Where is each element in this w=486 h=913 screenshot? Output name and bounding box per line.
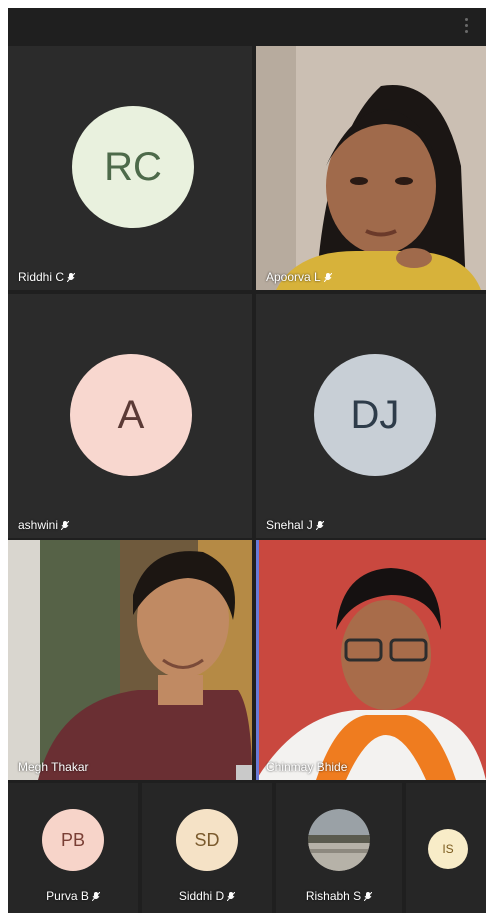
mic-off-icon xyxy=(227,892,236,901)
participant-tile-riddhi[interactable]: RC Riddhi C xyxy=(8,46,252,290)
mic-off-icon xyxy=(364,892,373,901)
participant-name: Siddhi D xyxy=(142,889,272,903)
avatar: RC xyxy=(72,106,194,228)
strip-tile-siddhi[interactable]: SD Siddhi D xyxy=(142,783,272,913)
participant-strip: PB Purva B SD Siddhi D Rishabh S IS xyxy=(8,783,486,913)
participant-name: Riddhi C xyxy=(18,270,76,284)
video-feed xyxy=(256,46,486,290)
video-feed xyxy=(8,540,252,780)
strip-tile-is[interactable]: IS xyxy=(406,783,486,913)
avatar: SD xyxy=(176,809,238,871)
avatar-photo xyxy=(308,809,370,871)
participant-name: Megh Thakar xyxy=(18,760,89,774)
participant-tile-ashwini[interactable]: A ashwini xyxy=(8,294,252,538)
mic-off-icon xyxy=(91,892,100,901)
participant-tile-snehal[interactable]: DJ Snehal J xyxy=(256,294,486,538)
mic-off-icon xyxy=(67,273,76,282)
participant-tile-chinmay[interactable]: Chinmay Bhide xyxy=(256,540,486,780)
participant-name: Rishabh S xyxy=(276,889,402,903)
participant-tile-megh[interactable]: Megh Thakar xyxy=(8,540,252,780)
participant-tile-apoorva[interactable]: Apoorva L xyxy=(256,46,486,290)
avatar: A xyxy=(70,354,192,476)
strip-tile-rishabh[interactable]: Rishabh S xyxy=(276,783,402,913)
participant-name: Apoorva L xyxy=(266,270,332,284)
avatar: IS xyxy=(428,829,468,869)
participant-name: Snehal J xyxy=(266,518,324,532)
avatar: DJ xyxy=(314,354,436,476)
strip-tile-purva[interactable]: PB Purva B xyxy=(8,783,138,913)
top-bar xyxy=(8,8,486,46)
video-feed xyxy=(256,540,486,780)
mic-off-icon xyxy=(323,273,332,282)
participant-name: Chinmay Bhide xyxy=(266,760,348,774)
mic-off-icon xyxy=(315,521,324,530)
participant-name: Purva B xyxy=(8,889,138,903)
more-options-icon[interactable] xyxy=(464,18,470,36)
mic-off-icon xyxy=(61,521,70,530)
participant-name: ashwini xyxy=(18,518,70,532)
avatar: PB xyxy=(42,809,104,871)
meeting-window: RC Riddhi C Apoorva L A ashwini DJ Sneha… xyxy=(8,8,486,913)
